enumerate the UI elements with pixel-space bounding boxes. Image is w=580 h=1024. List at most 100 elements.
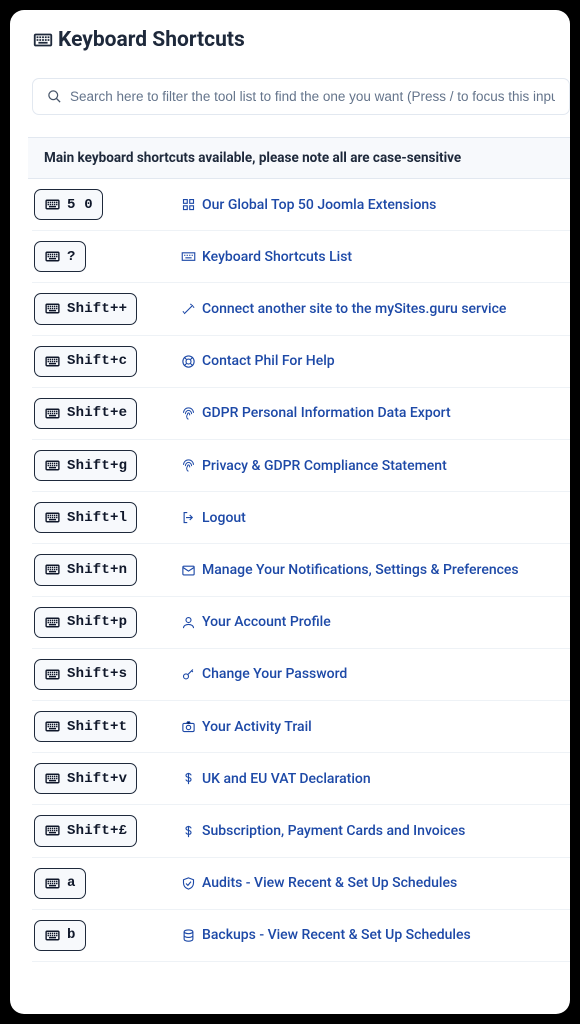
shortcut-row: a Audits - View Recent & Set Up Schedule… [32,858,570,910]
shortcut-key-cell: Shift+n [34,554,172,585]
mail-icon [180,562,196,578]
shortcut-keycap: Shift+t [34,711,137,742]
shortcut-link[interactable]: Backups - View Recent & Set Up Schedules [202,927,471,943]
keyboard-icon [44,718,61,735]
keyboard-icon [44,353,61,370]
shortcut-link[interactable]: Your Activity Trail [202,719,312,735]
keyboard-icon [44,614,61,631]
search-input-wrapper[interactable] [32,78,570,115]
shortcut-link[interactable]: Keyboard Shortcuts List [202,249,352,265]
shortcut-action[interactable]: Your Activity Trail [180,719,312,735]
shortcut-action[interactable]: Privacy & GDPR Compliance Statement [180,458,447,474]
shortcut-action[interactable]: UK and EU VAT Declaration [180,771,371,787]
shortcut-action[interactable]: Backups - View Recent & Set Up Schedules [180,927,471,943]
keyboard-icon [44,561,61,578]
shortcut-key-cell: Shift+v [34,763,172,794]
shortcut-link[interactable]: Contact Phil For Help [202,353,335,369]
shortcut-link[interactable]: Privacy & GDPR Compliance Statement [202,458,447,474]
dollar-icon [180,771,196,787]
shortcut-key-text: Shift+c [67,353,127,369]
shortcut-keycap: Shift++ [34,293,137,324]
keyboard-icon [44,509,61,526]
shortcut-link[interactable]: Our Global Top 50 Joomla Extensions [202,197,436,213]
shortcut-keycap: Shift+£ [34,815,137,846]
shortcut-key-cell: Shift+s [34,659,172,690]
shortcut-row: Shift+l Logout [32,492,570,544]
user-icon [180,614,196,630]
shortcut-link[interactable]: UK and EU VAT Declaration [202,771,371,787]
modal-card: Keyboard Shortcuts Main keyboard shortcu… [10,10,570,1014]
shortcut-row: 5 0 Our Global Top 50 Joomla Extensions [32,179,570,231]
keyboard-icon [44,457,61,474]
shortcut-keycap: Shift+s [34,659,137,690]
shortcut-key-cell: 5 0 [34,189,172,220]
shortcut-key-text: Shift+e [67,405,127,421]
search-input[interactable] [70,89,555,104]
shortcut-link[interactable]: Logout [202,510,246,526]
shortcut-keycap: Shift+g [34,450,137,481]
shortcut-key-cell: a [34,868,172,899]
shortcut-key-cell: ? [34,241,172,272]
shortcut-action[interactable]: Manage Your Notifications, Settings & Pr… [180,562,519,578]
shortcut-action[interactable]: Change Your Password [180,666,347,682]
shortcut-action[interactable]: Connect another site to the mySites.guru… [180,301,506,317]
shortcut-action[interactable]: Our Global Top 50 Joomla Extensions [180,197,436,213]
shortcut-key-cell: Shift+p [34,607,172,638]
shortcut-action[interactable]: Contact Phil For Help [180,353,335,369]
keyboard-icon [44,405,61,422]
shortcut-link[interactable]: Connect another site to the mySites.guru… [202,301,506,317]
shortcut-keycap: Shift+p [34,607,137,638]
keyboard-icon [44,666,61,683]
keyboard-icon [32,28,54,52]
shortcut-keycap: a [34,868,86,899]
key-icon [180,666,196,682]
shortcut-link[interactable]: Change Your Password [202,666,347,682]
shortcut-key-text: Shift+n [67,562,127,578]
shortcut-key-cell: Shift+c [34,346,172,377]
shortcut-row: b Backups - View Recent & Set Up Schedul… [32,910,570,962]
shortcut-action[interactable]: Keyboard Shortcuts List [180,249,352,265]
shortcut-link[interactable]: Subscription, Payment Cards and Invoices [202,823,465,839]
shortcut-row: ? Keyboard Shortcuts List [32,231,570,283]
shortcut-key-cell: Shift+l [34,502,172,533]
keyboard-icon [44,196,61,213]
shortcut-keycap: Shift+c [34,346,137,377]
search-icon [47,89,62,104]
wand-icon [180,301,196,317]
shortcut-keycap: Shift+v [34,763,137,794]
shortcut-row: Shift+e GDPR Personal Information Data E… [32,388,570,440]
shortcut-key-cell: Shift+g [34,450,172,481]
shortcut-link[interactable]: Your Account Profile [202,614,331,630]
shortcut-keycap: b [34,920,86,951]
camera-icon [180,719,196,735]
page-title-text: Keyboard Shortcuts [58,28,245,52]
shortcut-row: Shift+n Manage Your Notifications, Setti… [32,544,570,596]
shortcut-key-cell: Shift+£ [34,815,172,846]
shortcut-key-text: Shift+t [67,719,127,735]
shortcut-keycap: Shift+n [34,554,137,585]
shortcut-keycap: 5 0 [34,189,103,220]
shortcut-action[interactable]: Logout [180,510,246,526]
shortcut-key-text: Shift+p [67,614,127,630]
shortcut-key-text: Shift+g [67,458,127,474]
dollar-icon [180,823,196,839]
shortcut-link[interactable]: Manage Your Notifications, Settings & Pr… [202,562,519,578]
keyboard-icon [44,300,61,317]
shortcut-key-text: Shift++ [67,301,127,317]
keyboard-icon [44,770,61,787]
db-icon [180,927,196,943]
shortcut-action[interactable]: Your Account Profile [180,614,331,630]
shortcut-row: Shift+£ Subscription, Payment Cards and … [32,805,570,857]
shortcut-keycap: Shift+l [34,502,137,533]
shortcut-link[interactable]: Audits - View Recent & Set Up Schedules [202,875,457,891]
keyboard-icon [44,822,61,839]
shortcut-action[interactable]: Subscription, Payment Cards and Invoices [180,823,465,839]
shortcut-action[interactable]: GDPR Personal Information Data Export [180,405,451,421]
shortcut-link[interactable]: GDPR Personal Information Data Export [202,405,451,421]
shortcut-row: Shift+t Your Activity Trail [32,701,570,753]
shortcut-key-text: a [67,875,76,891]
shortcut-key-cell: b [34,920,172,951]
shortcut-key-cell: Shift+t [34,711,172,742]
shortcut-action[interactable]: Audits - View Recent & Set Up Schedules [180,875,457,891]
shortcut-row: Shift+v UK and EU VAT Declaration [32,753,570,805]
